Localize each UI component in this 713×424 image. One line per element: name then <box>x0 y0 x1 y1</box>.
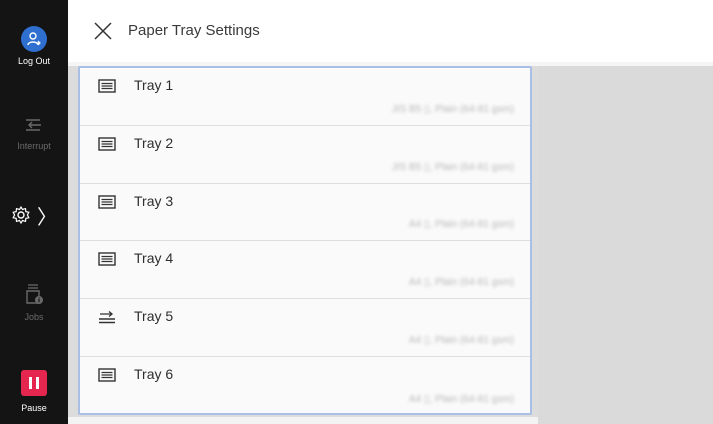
gear-icon <box>12 205 30 225</box>
header-bar: Paper Tray Settings <box>68 0 713 62</box>
interrupt-label: Interrupt <box>17 141 51 151</box>
interrupt-button[interactable]: Interrupt <box>0 116 68 152</box>
pause-label: Pause <box>21 403 47 413</box>
tray-paper-info: A4 ▯, Plain (64-81 gsm) <box>409 334 514 346</box>
tray-stack-icon <box>98 79 116 93</box>
interrupt-icon <box>26 119 41 131</box>
device-settings-button[interactable]: 〉 <box>0 200 68 230</box>
tray-name: Tray 4 <box>134 250 174 267</box>
empty-content-area <box>538 66 713 424</box>
tray-paper-info: A4 ▯, Plain (64-81 gsm) <box>409 219 514 231</box>
tray-list[interactable]: Tray 1 JIS B5 ▯, Plain (64-81 gsm) Tray … <box>78 66 532 415</box>
page-title: Paper Tray Settings <box>128 22 260 39</box>
tray-row-6[interactable]: Tray 6 A4 ▯, Plain (64-81 gsm) <box>80 356 530 413</box>
tray-paper-info: JIS B5 ▯, Plain (64-81 gsm) <box>391 103 514 115</box>
tray-row-5[interactable]: Tray 5 A4 ▯, Plain (64-81 gsm) <box>80 299 530 357</box>
tray-paper-info: JIS B5 ▯, Plain (64-81 gsm) <box>391 161 514 173</box>
logout-label: Log Out <box>17 56 51 66</box>
tray-stack-icon <box>98 137 116 151</box>
tray-stack-icon <box>98 194 116 209</box>
tray-stack-icon <box>98 252 116 267</box>
tray-stack-icon <box>98 368 116 382</box>
tray-paper-info: A4 ▯, Plain (64-81 gsm) <box>409 393 514 405</box>
tray-row-3[interactable]: Tray 3 A4 ▯, Plain (64-81 gsm) <box>80 183 530 242</box>
tray-name: Tray 2 <box>134 134 174 151</box>
user-icon <box>21 26 47 52</box>
tray-paper-info: A4 ▯, Plain (64-81 gsm) <box>409 277 514 289</box>
tray-name: Tray 5 <box>134 308 174 325</box>
chevron-right-icon: 〉 <box>37 204 57 229</box>
job-status-icon <box>26 284 43 304</box>
close-button[interactable] <box>92 20 114 42</box>
tray-name: Tray 6 <box>134 365 174 382</box>
tray-row-1[interactable]: Tray 1 JIS B5 ▯, Plain (64-81 gsm) <box>80 68 530 126</box>
pause-icon <box>21 370 47 396</box>
tray-row-2[interactable]: Tray 2 JIS B5 ▯, Plain (64-81 gsm) <box>80 125 530 184</box>
tray-name: Tray 3 <box>134 192 174 209</box>
scroll-area-footer <box>68 417 538 424</box>
close-icon <box>94 22 112 40</box>
bypass-tray-icon <box>99 311 115 324</box>
left-sidebar: Log Out Interrupt 〉 Jobs Pause <box>0 0 68 424</box>
tray-name: Tray 1 <box>134 77 174 93</box>
jobs-button[interactable]: Jobs <box>0 283 68 323</box>
tray-row-4[interactable]: Tray 4 A4 ▯, Plain (64-81 gsm) <box>80 241 530 300</box>
pause-button[interactable]: Pause <box>0 370 68 414</box>
jobs-label: Jobs <box>24 312 44 322</box>
logout-button[interactable]: Log Out <box>0 26 68 67</box>
